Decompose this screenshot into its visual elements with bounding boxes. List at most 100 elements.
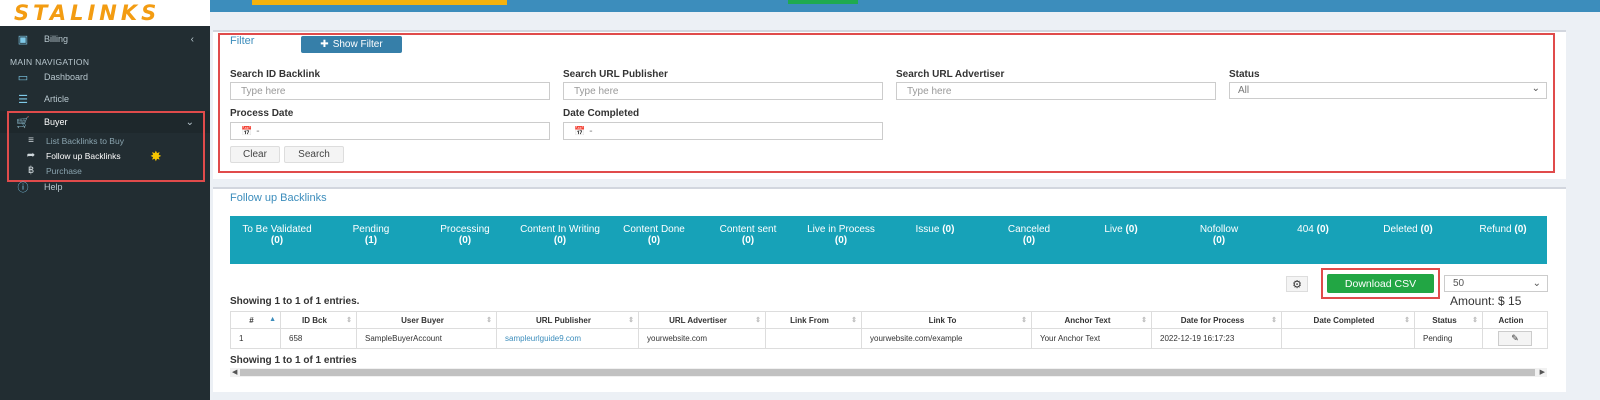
column-header[interactable]: URL Publisher ⇕ xyxy=(496,311,639,329)
sidebar-item-label: Article xyxy=(44,94,70,104)
status-nofollow[interactable]: Nofollow (0) xyxy=(1180,224,1258,246)
cell-id-bck: 658 xyxy=(280,328,357,349)
cell-url-publisher-link[interactable]: sampleurlguide9.com xyxy=(496,328,639,349)
filter-title: Filter xyxy=(230,35,255,47)
column-header[interactable]: Date for Process ⇕ xyxy=(1151,311,1282,329)
status-issue[interactable]: Issue (0) xyxy=(900,224,970,235)
download-csv-button[interactable]: Download CSV xyxy=(1327,274,1434,293)
sort-icon: ⇕ xyxy=(851,317,857,324)
sort-icon: ⇕ xyxy=(1271,317,1277,324)
scrollbar-thumb[interactable] xyxy=(240,369,1535,376)
edit-icon: ✎ xyxy=(1511,333,1519,343)
follow-up-title: Follow up Backlinks xyxy=(230,192,327,204)
column-header[interactable]: Date Completed ⇕ xyxy=(1281,311,1415,329)
sidebar-item-article[interactable]: ☰ Article xyxy=(0,88,210,110)
sort-icon: ⇕ xyxy=(1141,317,1147,324)
sidebar-item-dashboard[interactable]: ▭ Dashboard xyxy=(0,66,210,88)
help-icon: ⓘ xyxy=(17,182,29,194)
status-live[interactable]: Live (0) xyxy=(1086,224,1156,235)
date-completed-label: Date Completed xyxy=(563,108,640,119)
sidebar-item-label: Dashboard xyxy=(44,72,89,82)
cell-action: ✎ xyxy=(1482,328,1548,349)
status-summary-bar: To Be Validated (0) Pending (1) Processing… xyxy=(230,216,1547,264)
sort-icon: ⇕ xyxy=(1404,317,1410,324)
column-header[interactable]: ID Bck ⇕ xyxy=(280,311,357,329)
sort-icon: ⇕ xyxy=(1472,317,1478,324)
column-header[interactable]: Link To ⇕ xyxy=(861,311,1032,329)
column-header[interactable]: User Buyer ⇕ xyxy=(356,311,497,329)
sidebar-item-help[interactable]: ⓘ Help xyxy=(0,176,210,198)
column-header[interactable]: Anchor Text ⇕ xyxy=(1031,311,1152,329)
date-completed-value: - xyxy=(589,125,593,137)
topbar-yellow-element[interactable] xyxy=(252,0,507,5)
chevron-down-icon: ⌄ xyxy=(1531,83,1540,94)
status-refund[interactable]: Refund (0) xyxy=(1464,224,1542,235)
date-completed-input[interactable]: 📅 - xyxy=(563,122,883,140)
article-icon: ☰ xyxy=(18,93,28,106)
status-content-done[interactable]: Content Done (0) xyxy=(618,224,690,246)
table-header-row: # ▲ ID Bck ⇕ User Buyer ⇕ URL Publisher ⇕ UR… xyxy=(230,311,1548,329)
chevron-down-icon: ⌄ xyxy=(1532,278,1541,289)
sidebar-item-label: Help xyxy=(44,182,63,192)
column-header[interactable]: # ▲ xyxy=(230,311,281,329)
status-label: Status xyxy=(1229,69,1260,80)
clear-button[interactable]: Clear xyxy=(230,146,280,163)
status-select[interactable]: All ⌄ xyxy=(1229,82,1547,99)
sort-icon: ⇕ xyxy=(628,317,634,324)
process-date-input[interactable]: 📅 - xyxy=(230,122,550,140)
show-filter-button[interactable]: ✚ Show Filter xyxy=(301,36,402,53)
highlight-box-buyer xyxy=(7,111,205,182)
status-live-in-process[interactable]: Live in Process (0) xyxy=(804,224,878,246)
filter-panel xyxy=(213,30,1566,179)
showing-entries-bottom: Showing 1 to 1 of 1 entries xyxy=(230,355,357,366)
logo[interactable]: STALINKS xyxy=(0,0,210,26)
settings-button[interactable]: ⚙ xyxy=(1286,276,1308,292)
showing-entries-top: Showing 1 to 1 of 1 entries. xyxy=(230,296,360,307)
status-pending[interactable]: Pending (1) xyxy=(336,224,406,246)
status-content-in-writing[interactable]: Content In Writing (0) xyxy=(520,224,600,246)
process-date-value: - xyxy=(256,125,260,137)
per-page-select[interactable]: 50 ⌄ xyxy=(1444,275,1548,292)
search-publisher-input[interactable]: Type here xyxy=(563,82,883,100)
scroll-left-icon[interactable]: ◀ xyxy=(232,368,237,376)
cell-anchor-text: Your Anchor Text xyxy=(1031,328,1152,349)
sort-icon: ⇕ xyxy=(755,317,761,324)
cell-link-to: yourwebsite.com/example xyxy=(861,328,1032,349)
scroll-right-icon[interactable]: ▶ xyxy=(1540,368,1545,376)
cell-date-completed xyxy=(1281,328,1415,349)
horizontal-scrollbar[interactable]: ◀ ▶ xyxy=(230,368,1547,377)
status-canceled[interactable]: Canceled (0) xyxy=(994,224,1064,246)
brand-logo-text: STALINKS xyxy=(14,1,161,25)
status-content-sent[interactable]: Content sent (0) xyxy=(714,224,782,246)
sidebar: STALINKS ▣ Billing ‹ MAIN NAVIGATION ▭ D… xyxy=(0,0,210,400)
calendar-icon: 📅 xyxy=(241,125,253,136)
column-header[interactable]: Status ⇕ xyxy=(1414,311,1483,329)
process-date-label: Process Date xyxy=(230,108,294,119)
sidebar-item-billing[interactable]: ▣ Billing ‹ xyxy=(0,28,210,50)
sort-asc-icon: ▲ xyxy=(269,316,276,323)
status-select-value: All xyxy=(1238,85,1250,96)
click-cursor-icon: ✸ xyxy=(150,148,162,164)
topbar-green-element[interactable] xyxy=(788,0,858,4)
status-to-be-validated[interactable]: To Be Validated (0) xyxy=(238,224,316,246)
cell-number: 1 xyxy=(230,328,281,349)
sidebar-item-label: Billing xyxy=(44,34,69,44)
search-id-label: Search ID Backlink xyxy=(230,69,321,80)
status-404[interactable]: 404 (0) xyxy=(1278,224,1348,235)
search-id-input[interactable]: Type here xyxy=(230,82,550,100)
search-advertiser-input[interactable]: Type here xyxy=(896,82,1216,100)
search-button[interactable]: Search xyxy=(284,146,344,163)
table-row: 1 658 SampleBuyerAccount sampleurlguide9… xyxy=(230,328,1548,349)
gear-icon: ⚙ xyxy=(1292,278,1302,291)
cell-date-for-process: 2022-12-19 16:17:23 xyxy=(1151,328,1282,349)
search-advertiser-label: Search URL Advertiser xyxy=(896,69,1005,80)
billing-icon: ▣ xyxy=(17,33,29,46)
edit-button[interactable]: ✎ xyxy=(1498,331,1532,346)
status-deleted[interactable]: Deleted (0) xyxy=(1368,224,1448,235)
status-processing[interactable]: Processing (0) xyxy=(430,224,500,246)
show-filter-label: Show Filter xyxy=(332,39,383,50)
sort-icon: ⇕ xyxy=(1021,317,1027,324)
column-header[interactable]: URL Advertiser ⇕ xyxy=(638,311,766,329)
sort-icon: ⇕ xyxy=(486,317,492,324)
column-header[interactable]: Link From ⇕ xyxy=(765,311,862,329)
